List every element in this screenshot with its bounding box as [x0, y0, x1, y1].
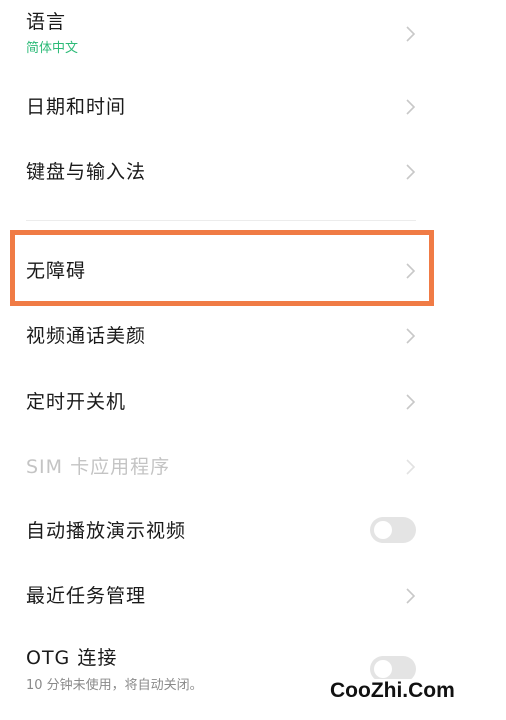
settings-item-value: 简体中文	[26, 41, 79, 56]
settings-item-otg: OTG 连接 10 分钟未使用，将自动关闭。	[0, 630, 506, 720]
settings-item-video-beauty[interactable]: 视频通话美颜	[0, 306, 506, 368]
autoplay-toggle[interactable]	[370, 517, 416, 543]
settings-item-label: 视频通话美颜	[26, 325, 147, 347]
settings-item-label: 最近任务管理	[26, 585, 147, 607]
settings-item-label: 语言	[26, 11, 67, 33]
settings-item-description: 10 分钟未使用，将自动关闭。	[26, 678, 203, 693]
chevron-right-icon	[403, 458, 417, 476]
toggle-knob	[374, 521, 392, 539]
settings-item-language[interactable]: 语言 简体中文	[0, 0, 506, 78]
settings-item-datetime[interactable]: 日期和时间	[0, 78, 506, 136]
chevron-right-icon	[403, 98, 417, 116]
chevron-right-icon	[403, 587, 417, 605]
section-divider	[26, 220, 416, 221]
settings-item-label: SIM 卡应用程序	[26, 456, 171, 478]
settings-item-label: 键盘与输入法	[26, 161, 147, 183]
settings-item-label: 自动播放演示视频	[26, 520, 187, 542]
chevron-right-icon	[403, 25, 417, 43]
chevron-right-icon	[403, 163, 417, 181]
settings-item-label: 日期和时间	[26, 96, 127, 118]
highlight-frame	[10, 230, 434, 306]
watermark: CooZhi.Com	[326, 679, 459, 703]
settings-item-autoplay-demo: 自动播放演示视频	[0, 500, 506, 562]
chevron-right-icon	[403, 327, 417, 345]
settings-item-label: OTG 连接	[26, 647, 118, 669]
chevron-right-icon	[403, 393, 417, 411]
toggle-knob	[374, 660, 392, 678]
settings-item-scheduled-power[interactable]: 定时开关机	[0, 370, 506, 434]
settings-item-sim-toolkit: SIM 卡应用程序	[0, 436, 506, 498]
settings-item-label: 定时开关机	[26, 391, 127, 413]
settings-item-recent-tasks[interactable]: 最近任务管理	[0, 564, 506, 628]
settings-item-keyboard[interactable]: 键盘与输入法	[0, 140, 506, 202]
